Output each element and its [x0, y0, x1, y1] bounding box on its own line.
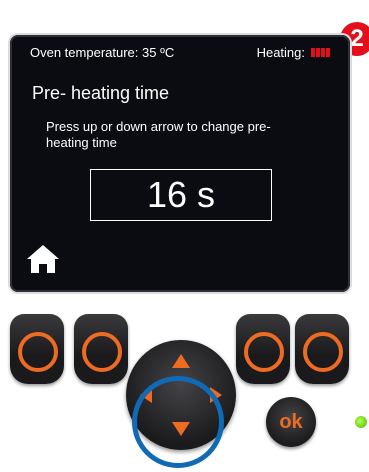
home-icon[interactable]: [25, 243, 61, 275]
heating-bar: [326, 48, 330, 57]
heating-bar: [316, 48, 320, 57]
function-key-3[interactable]: [236, 314, 290, 384]
status-led: [355, 416, 367, 428]
preheat-time-value[interactable]: 16 s: [90, 169, 272, 221]
ok-button[interactable]: ok: [266, 397, 316, 447]
heating-level-indicator: [311, 48, 330, 57]
function-key-1[interactable]: [10, 314, 64, 384]
heating-bar: [311, 48, 315, 57]
heating-bar: [321, 48, 325, 57]
function-key-4[interactable]: [295, 314, 349, 384]
heating-status: Heating:: [257, 45, 330, 60]
instruction-text: Press up or down arrow to change pre- he…: [46, 119, 271, 150]
oven-temperature-text: Oven temperature: 35 ºC: [30, 45, 175, 60]
function-key-2[interactable]: [74, 314, 128, 384]
highlight-circle-down-arrow: [132, 376, 224, 468]
heating-label: Heating:: [256, 45, 305, 60]
display-screen: Oven temperature: 35 ºC Heating: Pre- he…: [10, 35, 350, 292]
screen-title: Pre- heating time: [32, 83, 170, 103]
arrow-up-icon[interactable]: [172, 354, 190, 368]
